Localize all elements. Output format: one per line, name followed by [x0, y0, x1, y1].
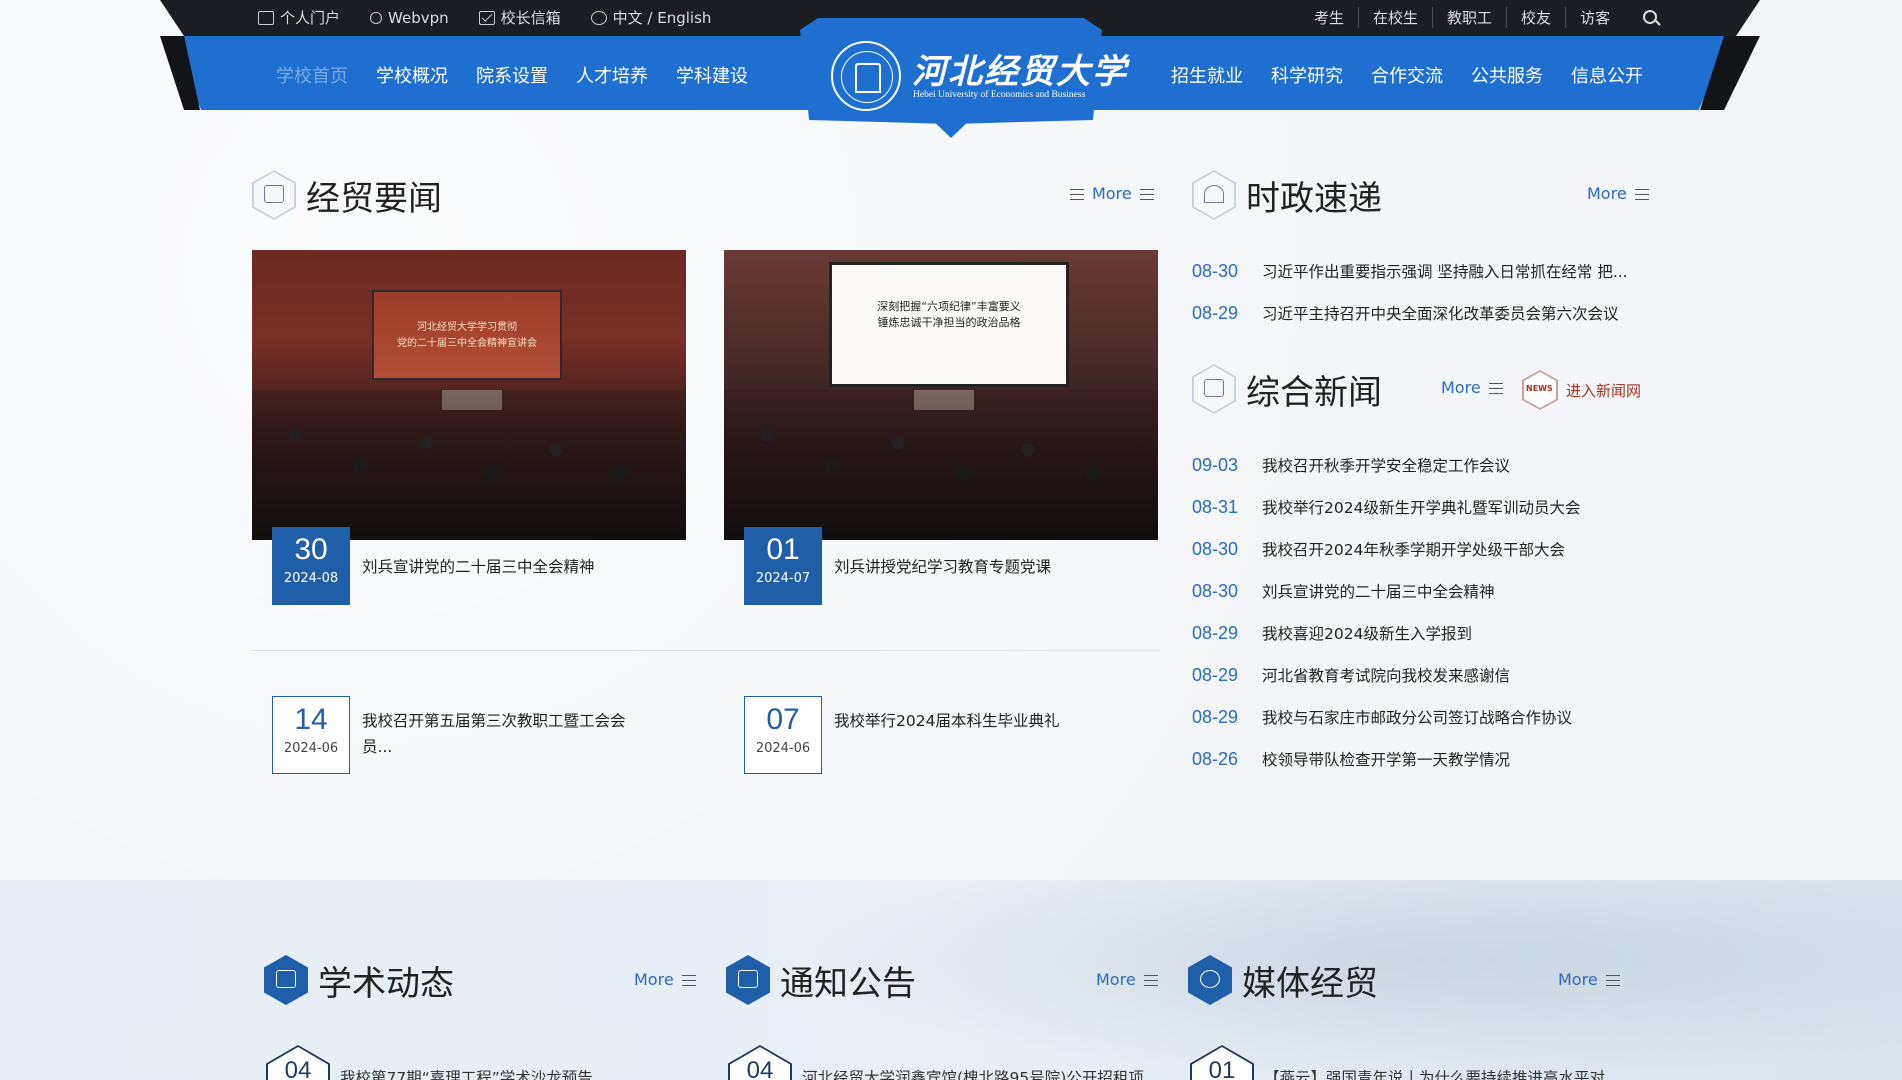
list-item[interactable]: 08-29 我校与石家庄市邮政分公司签订战略合作协议: [1192, 696, 1580, 738]
date-badge: 04: [728, 1045, 792, 1080]
list-item[interactable]: 08-29 我校喜迎2024级新生入学报到: [1192, 612, 1580, 654]
monitor-icon: [258, 10, 274, 25]
notices-more-link[interactable]: More: [1096, 970, 1158, 989]
nav-item-disciplines[interactable]: 学科建设: [676, 62, 748, 88]
media-item-title[interactable]: 【燕云】强国青年说丨为什么要持续推进高水平对: [1264, 1066, 1624, 1080]
enter-news-site-link[interactable]: NEWS 进入新闻网: [1522, 370, 1641, 410]
menu-lines-icon: [1143, 974, 1158, 986]
graduation-cap-icon: [264, 955, 308, 1005]
list-item[interactable]: 08-29 河北省教育考试院向我校发来感谢信: [1192, 654, 1580, 696]
nav-item-public-services[interactable]: 公共服务: [1471, 62, 1543, 88]
szsd-more-link[interactable]: More: [1587, 184, 1649, 203]
date-badge: 04: [266, 1045, 330, 1080]
nav-right: 招生就业 科学研究 合作交流 公共服务 信息公开: [1171, 62, 1671, 88]
portal-link[interactable]: 个人门户: [258, 7, 340, 28]
general-news-list: 09-03 我校召开秋季开学安全稳定工作会议 08-31 我校举行2024级新生开学…: [1192, 444, 1580, 780]
featured-photo-1-screen-text: 河北经贸大学学习贯彻 党的二十届三中全会精神宣讲会: [397, 322, 537, 349]
audience-link-staff[interactable]: 教职工: [1432, 7, 1506, 28]
section-title-academic: 学术动态: [264, 955, 454, 1005]
search-icon[interactable]: [1643, 10, 1657, 24]
section-title-szsd: 时政速递: [1192, 170, 1382, 220]
list-item[interactable]: 08-26 校领导带队检查开学第一天教学情况: [1192, 738, 1580, 780]
media-more-link[interactable]: More: [1558, 970, 1620, 989]
news-badge-icon: NEWS: [1522, 370, 1558, 410]
menu-lines-icon: [1605, 974, 1620, 986]
audience-link-alumni[interactable]: 校友: [1506, 7, 1565, 28]
politics-list: 08-30 习近平作出重要指示强调 坚持融入日常抓在经常 把... 08-29 习近…: [1192, 250, 1628, 334]
featured-photo-2[interactable]: 深刻把握“六项纪律”丰富要义 锤炼忠诚干净担当的政治品格: [724, 250, 1158, 540]
academic-item-title[interactable]: 我校第77期“嘉理工程”学术沙龙预告: [340, 1066, 620, 1080]
audience-link-candidates[interactable]: 考生: [1300, 7, 1358, 28]
jmyw-more-link[interactable]: More: [1070, 184, 1154, 203]
nav-item-home[interactable]: 学校首页: [276, 62, 348, 88]
date-badge: 30 2024-08: [272, 527, 350, 605]
news-title-3[interactable]: 我校召开第五届第三次教职工暨工会会员...: [362, 708, 652, 760]
list-item[interactable]: 08-29 习近平主持召开中央全面深化改革委员会第六次会议: [1192, 292, 1628, 334]
menu-lines-icon: [681, 974, 696, 986]
news-title-4[interactable]: 我校举行2024届本科生毕业典礼: [834, 708, 1059, 734]
menu-lines-icon: [1139, 188, 1154, 200]
language-switch[interactable]: 中文 / English: [590, 7, 711, 28]
nav-item-education[interactable]: 人才培养: [576, 62, 648, 88]
link-icon: [370, 11, 383, 24]
section-title-jmyw: 经贸要闻: [252, 170, 442, 220]
menu-lines-icon: [1070, 188, 1084, 200]
nav-item-cooperation[interactable]: 合作交流: [1371, 62, 1443, 88]
featured-photo-1[interactable]: 河北经贸大学学习贯彻 党的二十届三中全会精神宣讲会: [252, 250, 686, 540]
zhxw-more-link[interactable]: More: [1441, 378, 1503, 397]
notice-board-icon: [726, 955, 770, 1005]
list-item[interactable]: 08-31 我校举行2024级新生开学典礼暨军训动员大会: [1192, 486, 1580, 528]
webvpn-link[interactable]: Webvpn: [370, 9, 449, 27]
top-left-links: 个人门户 Webvpn 校长信箱 中文 / English: [258, 7, 741, 28]
nav-left: 学校首页 学校概况 院系设置 人才培养 学科建设: [276, 62, 776, 88]
section-title-media: 媒体经贸: [1188, 955, 1378, 1005]
audience-link-visitors[interactable]: 访客: [1565, 7, 1624, 28]
date-badge: 01 2024-07: [744, 527, 822, 605]
date-badge: 07 2024-06: [744, 696, 822, 774]
nav-item-research[interactable]: 科学研究: [1271, 62, 1343, 88]
globe-icon: [590, 10, 607, 25]
menu-lines-icon: [1634, 188, 1649, 200]
president-mailbox-link[interactable]: 校长信箱: [478, 7, 561, 28]
audience-link-students[interactable]: 在校生: [1358, 7, 1432, 28]
date-badge: 14 2024-06: [272, 696, 350, 774]
list-item[interactable]: 09-03 我校召开秋季开学安全稳定工作会议: [1192, 444, 1580, 486]
newspaper-section-icon: [1192, 364, 1236, 414]
logo-chinese-name[interactable]: 河北经贸大学: [912, 44, 1128, 93]
notice-item-title[interactable]: 河北经贸大学润鑫宾馆(槐北路95号院)公开招租项: [802, 1066, 1162, 1080]
camera-icon: [1188, 955, 1232, 1005]
politics-section-icon: [1192, 170, 1236, 220]
nav-item-admissions[interactable]: 招生就业: [1171, 62, 1243, 88]
logo-english-name: Hebei University of Economics and Busine…: [913, 90, 1086, 100]
news-section-icon: [252, 170, 296, 220]
featured-photo-2-screen-text: 深刻把握“六项纪律”丰富要义 锤炼忠诚干净担当的政治品格: [877, 300, 1021, 329]
mail-icon: [478, 10, 495, 25]
list-item[interactable]: 08-30 刘兵宣讲党的二十届三中全会精神: [1192, 570, 1580, 612]
section-divider: [252, 650, 1160, 651]
nav-item-departments[interactable]: 院系设置: [476, 62, 548, 88]
list-item[interactable]: 08-30 习近平作出重要指示强调 坚持融入日常抓在经常 把...: [1192, 250, 1628, 292]
menu-lines-icon: [1488, 382, 1503, 394]
academic-more-link[interactable]: More: [634, 970, 696, 989]
section-title-notices: 通知公告: [726, 955, 916, 1005]
featured-news-title-1[interactable]: 刘兵宣讲党的二十届三中全会精神: [362, 554, 595, 580]
audience-links: 考生 在校生 教职工 校友 访客: [1300, 7, 1624, 28]
nav-item-disclosure[interactable]: 信息公开: [1571, 62, 1643, 88]
featured-news-title-2[interactable]: 刘兵讲授党纪学习教育专题党课: [834, 554, 1051, 580]
list-item[interactable]: 08-30 我校召开2024年秋季学期开学处级干部大会: [1192, 528, 1580, 570]
nav-item-about[interactable]: 学校概况: [376, 62, 448, 88]
section-title-zhxw: 综合新闻: [1192, 364, 1382, 414]
university-emblem-icon[interactable]: [831, 41, 901, 111]
date-badge: 01: [1190, 1045, 1254, 1080]
